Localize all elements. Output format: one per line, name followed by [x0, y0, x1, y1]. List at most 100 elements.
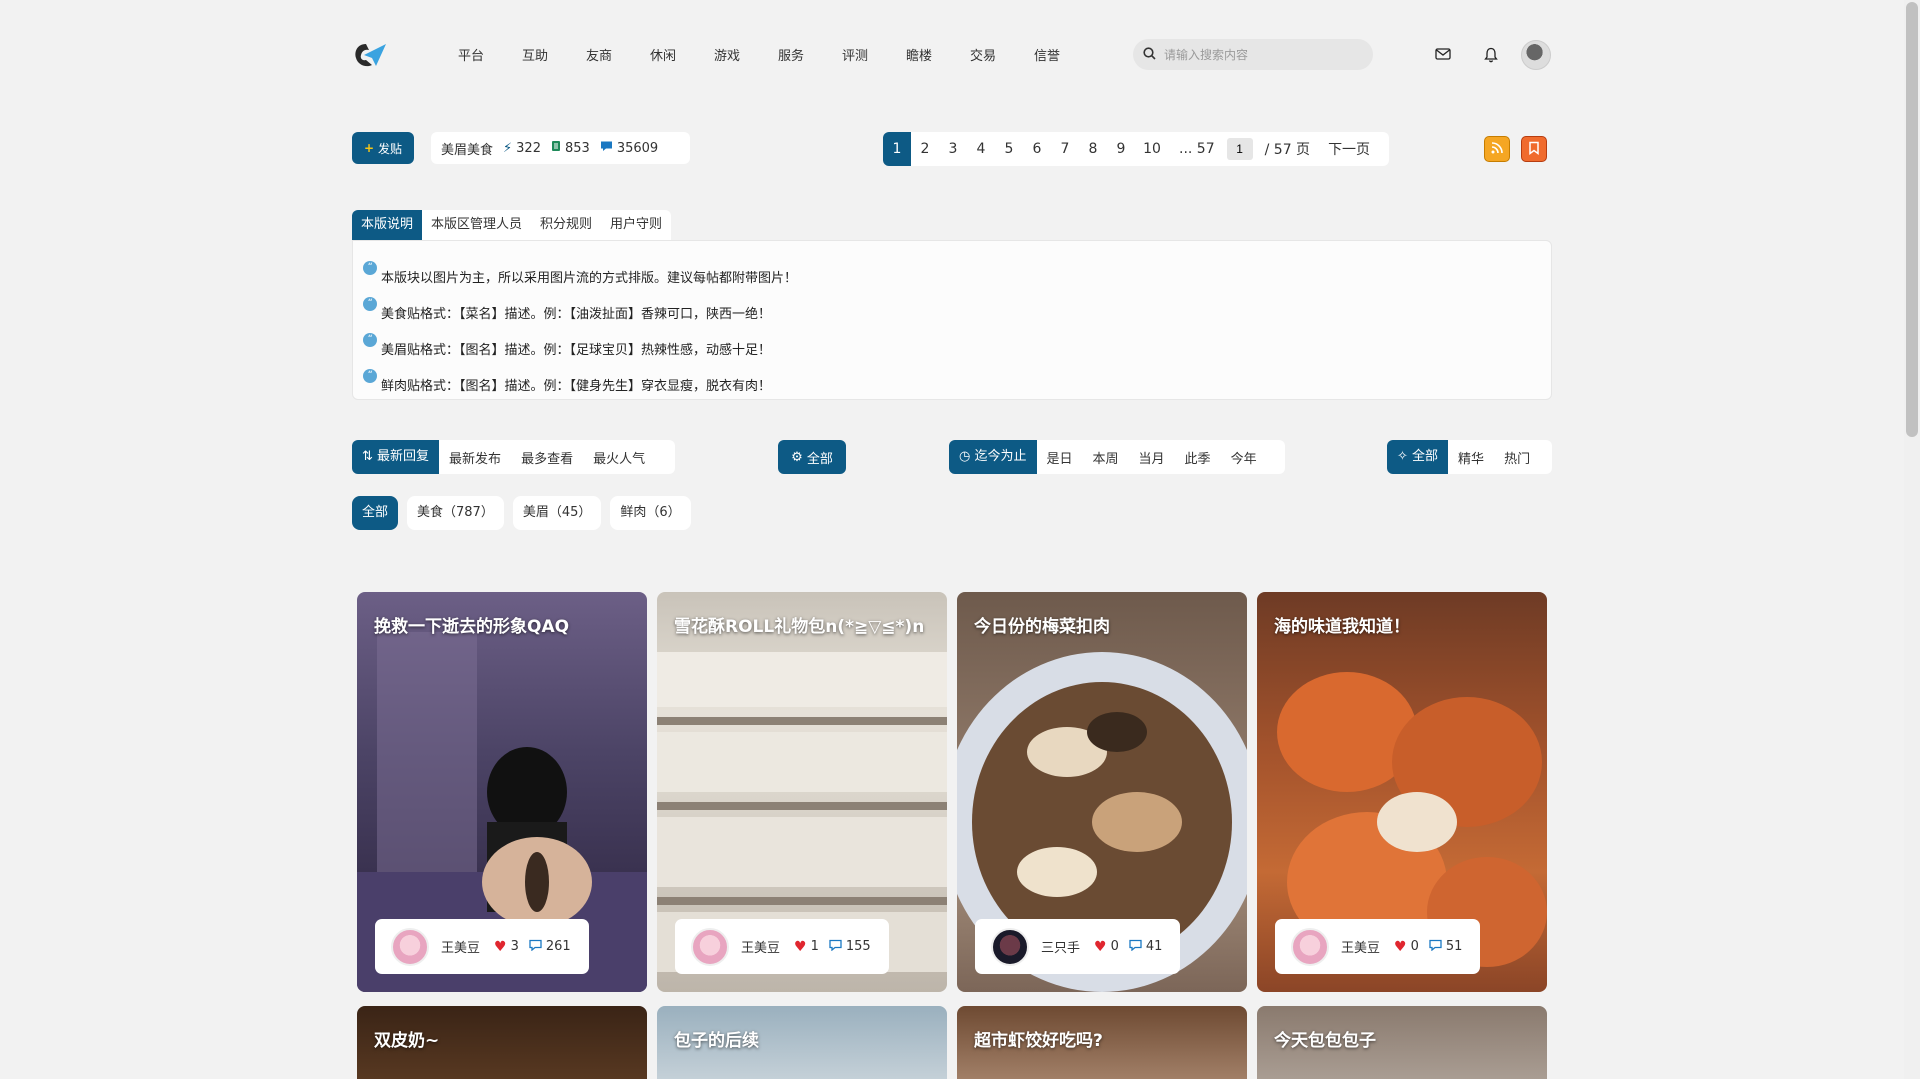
category-all[interactable]: 全部	[352, 496, 399, 530]
author-name[interactable]: 三只手	[1041, 937, 1080, 956]
scrollbar-thumb[interactable]	[1906, 2, 1918, 437]
comment-count: 155	[845, 939, 871, 954]
tab-points-rules[interactable]: 积分规则	[531, 210, 601, 240]
category-chips: 全部 美食（787） 美眉（45） 鲜肉（6）	[352, 496, 691, 530]
nav-item[interactable]: 游戏	[714, 45, 778, 64]
nav-item[interactable]: 信誉	[1034, 45, 1098, 64]
post-card[interactable]: 超市虾饺好吃吗?	[957, 1006, 1247, 1079]
search-input[interactable]	[1164, 47, 1354, 62]
page-link[interactable]: 6	[1023, 141, 1051, 157]
post-card[interactable]: 雪花酥ROLL礼物包n(*≧▽≦*)n 王美豆 ♥ 1 155	[657, 592, 947, 992]
mail-icon[interactable]	[1432, 43, 1454, 65]
rule-line: “ 本版块以图片为主，所以采用图片流的方式排版。建议每帖都附带图片！	[363, 261, 797, 286]
nav-item[interactable]: 互助	[522, 45, 586, 64]
post-card[interactable]: 今天包包包子	[1257, 1006, 1547, 1079]
kind-all[interactable]: ✧ 全部	[1387, 440, 1449, 474]
comment-count: 261	[545, 939, 571, 954]
post-meta: 王美豆 ♥ 3 261	[375, 919, 589, 974]
post-title[interactable]: 今天包包包子	[1274, 1026, 1376, 1051]
pagination: 1 2 3 4 5 6 7 8 9 10 ... 57 / 57 页 下一页	[883, 132, 1389, 166]
new-post-button[interactable]: + 发贴	[352, 132, 414, 164]
post-title[interactable]: 挽救一下逝去的形象QAQ	[374, 612, 569, 637]
page-link[interactable]: 9	[1107, 141, 1135, 157]
post-meta: 王美豆 ♥ 0 51	[1275, 919, 1481, 974]
post-title[interactable]: 今日份的梅菜扣肉	[974, 612, 1110, 637]
rss-button[interactable]	[1484, 136, 1510, 162]
post-card[interactable]: 挽救一下逝去的形象QAQ 王美豆 ♥ 3 261	[357, 592, 647, 992]
all-type-button[interactable]: ⚙ 全部	[778, 440, 846, 474]
kind-hot[interactable]: 热门	[1494, 448, 1540, 467]
page-scrollbar[interactable]	[1904, 0, 1920, 1079]
tab-moderators[interactable]: 本版区管理人员	[422, 210, 531, 240]
board-name: 美眉美食	[441, 142, 494, 158]
post-card[interactable]: 今日份的梅菜扣肉 三只手 ♥ 0 41	[957, 592, 1247, 992]
time-week[interactable]: 本周	[1083, 448, 1129, 467]
author-name[interactable]: 王美豆	[741, 937, 780, 956]
nav-item[interactable]: 服务	[778, 45, 842, 64]
tab-user-rules[interactable]: 用户守则	[601, 210, 671, 240]
post-card[interactable]: 海的味道我知道！ 王美豆 ♥ 0 51	[1257, 592, 1547, 992]
post-title[interactable]: 雪花酥ROLL礼物包n(*≧▽≦*)n	[674, 612, 924, 637]
sparkle-icon: ✧	[1397, 449, 1413, 464]
gear-icon: ⚙	[791, 449, 803, 465]
heart-icon[interactable]: ♥	[494, 939, 507, 955]
tab-board-info[interactable]: 本版说明	[352, 210, 423, 240]
sort-icon: ⇅	[362, 449, 378, 464]
author-avatar[interactable]	[391, 927, 429, 966]
last-page-link[interactable]: ... 57	[1179, 141, 1215, 157]
page-link[interactable]: 5	[995, 141, 1023, 157]
nav-item[interactable]: 瞻楼	[906, 45, 970, 64]
author-avatar[interactable]	[1291, 927, 1329, 966]
page-link[interactable]: 8	[1079, 141, 1107, 157]
search-box[interactable]	[1133, 39, 1373, 70]
nav-item[interactable]: 休闲	[650, 45, 714, 64]
sort-most-viewed[interactable]: 最多查看	[511, 448, 583, 467]
kind-filter-group: ✧ 全部 精华 热门	[1387, 440, 1552, 474]
post-title[interactable]: 双皮奶~	[374, 1026, 439, 1051]
time-all[interactable]: ◷ 迄今为止	[949, 440, 1037, 474]
heart-icon[interactable]: ♥	[1394, 939, 1407, 955]
author-avatar[interactable]	[991, 927, 1029, 966]
nav-item[interactable]: 评测	[842, 45, 906, 64]
kind-digest[interactable]: 精华	[1448, 448, 1494, 467]
post-card[interactable]: 双皮奶~	[357, 1006, 647, 1079]
sort-latest-reply[interactable]: ⇅ 最新回复	[352, 440, 440, 474]
page-link[interactable]: 2	[911, 141, 939, 157]
next-page-link[interactable]: 下一页	[1328, 139, 1370, 159]
post-title[interactable]: 超市虾饺好吃吗?	[974, 1026, 1103, 1051]
page-link[interactable]: 10	[1135, 141, 1169, 157]
author-name[interactable]: 王美豆	[441, 937, 480, 956]
nav-item[interactable]: 平台	[458, 45, 522, 64]
time-month[interactable]: 当月	[1129, 448, 1175, 467]
page-link[interactable]: 7	[1051, 141, 1079, 157]
category-beauty[interactable]: 美眉（45）	[512, 496, 602, 530]
rule-line: “ 美食贴格式：【菜名】描述。例：【油泼扯面】香辣可口，陕西一绝！	[363, 297, 771, 322]
bell-icon[interactable]	[1480, 44, 1502, 66]
user-avatar[interactable]	[1521, 40, 1551, 70]
comment-icon	[529, 939, 542, 955]
nav-item[interactable]: 友商	[586, 45, 650, 64]
author-name[interactable]: 王美豆	[1341, 937, 1380, 956]
category-food[interactable]: 美食（787）	[407, 496, 504, 530]
search-icon	[1143, 45, 1156, 64]
page-link[interactable]: 4	[967, 141, 995, 157]
author-avatar[interactable]	[691, 927, 729, 966]
post-card[interactable]: 包子的后续	[657, 1006, 947, 1079]
page-link[interactable]: 3	[939, 141, 967, 157]
page-link[interactable]: 1	[883, 132, 911, 166]
sort-most-popular[interactable]: 最火人气	[583, 448, 655, 467]
bookmark-button[interactable]	[1521, 136, 1547, 162]
site-logo[interactable]	[352, 40, 388, 70]
page-input[interactable]	[1226, 138, 1253, 160]
time-year[interactable]: 今年	[1221, 448, 1267, 467]
time-quarter[interactable]: 此季	[1175, 448, 1221, 467]
heart-icon[interactable]: ♥	[794, 939, 807, 955]
rules-tabs: 本版说明 本版区管理人员 积分规则 用户守则	[352, 210, 672, 240]
post-title[interactable]: 包子的后续	[674, 1026, 759, 1051]
nav-item[interactable]: 交易	[970, 45, 1034, 64]
heart-icon[interactable]: ♥	[1094, 939, 1107, 955]
category-hunk[interactable]: 鲜肉（6）	[610, 496, 691, 530]
post-title[interactable]: 海的味道我知道！	[1274, 612, 1410, 637]
sort-latest-post[interactable]: 最新发布	[439, 448, 511, 467]
time-today[interactable]: 是日	[1037, 448, 1083, 467]
